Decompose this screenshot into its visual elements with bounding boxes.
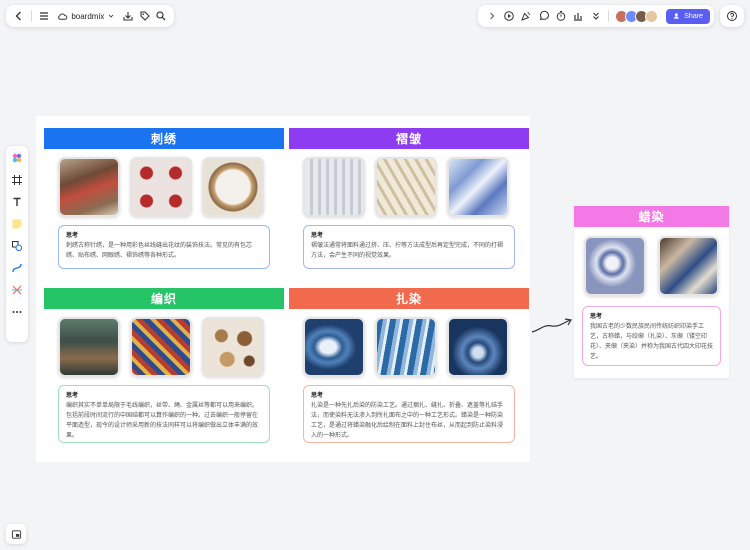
minimap-icon [11,529,21,539]
share-label: Share [684,12,703,20]
tag-icon[interactable] [138,7,152,25]
card-title: 蜡染 [574,206,729,227]
text-icon[interactable] [9,194,25,210]
help-toolbar [720,5,744,27]
whiteboard-frame[interactable]: 刺绣 思考 刺绣古称针绣，是一种用彩色丝线缝出花纹的装饰技法。常见的有包芯绣、贴… [36,116,530,462]
note[interactable]: 思考 我国古老的少数民族民间传统纺织印染手工艺，古称蜡，与绞缬（扎染）、灰缬（镂… [582,306,721,366]
divider [608,10,610,22]
user-add-icon [674,13,679,19]
blue-pleated-photo[interactable] [447,157,509,217]
loom-photo[interactable] [58,317,120,377]
note-label: 思考 [590,313,603,320]
card-title: 刺绣 [44,128,284,149]
avatar[interactable] [645,9,659,23]
pleated-fabric-photo[interactable] [375,157,437,217]
embroidery-hoop-photo[interactable] [202,157,264,217]
card-embroidery[interactable]: 刺绣 思考 刺绣古称针绣，是一种用彩色丝线缝出花纹的装饰技法。常见的有包芯绣、贴… [44,128,284,278]
card-batik[interactable]: 蜡染 思考 我国古老的少数民族民间传统纺织印染手工艺，古称蜡，与绞缬（扎染）、灰… [574,206,729,378]
connector-icon[interactable] [9,260,25,276]
brand-label: boardmix [71,11,105,21]
play-icon[interactable] [501,7,516,25]
more-tools-icon[interactable] [9,304,25,320]
woven-baskets-photo[interactable] [202,317,264,377]
note[interactable]: 思考 编织其实不单单局限于毛线编织，丝带、绳、金属丝等都可以用来编织。包括前段时… [58,385,270,443]
card-title: 褶皱 [289,128,529,149]
note-text: 编织其实不单单局限于毛线编织，丝带、绳、金属丝等都可以用来编织。包括前段时间流行… [66,402,259,439]
woven-rug-photo[interactable] [130,317,192,377]
note-label: 思考 [311,392,324,399]
back-icon[interactable] [12,7,26,25]
vote-icon[interactable] [571,7,586,25]
search-icon[interactable] [154,7,168,25]
menu-icon[interactable] [37,7,51,25]
top-right-toolbar: Share [478,5,714,27]
card-title: 扎染 [289,288,529,309]
embroidery-pattern-photo[interactable] [130,157,192,217]
card-title: 编织 [44,288,284,309]
comment-icon[interactable] [536,7,551,25]
divider [31,10,33,22]
note[interactable]: 思考 褶皱法通常将面料通过挤、压、拧等方法成型后再定型完成，不同的打褶方法，会产… [303,225,515,269]
frame-icon[interactable] [9,172,25,188]
note-label: 思考 [311,232,324,239]
card-pleats[interactable]: 褶皱 思考 褶皱法通常将面料通过挤、压、拧等方法成型后再定型完成，不同的打褶方法… [289,128,529,278]
note-text: 扎染是一种先扎后染的防染工艺。通过捆扎、缝扎、折叠、遮盖等扎结手法，而使染料无法… [311,402,504,439]
cloud-icon [58,13,68,20]
note-label: 思考 [66,392,79,399]
timer-icon[interactable] [553,7,568,25]
card-tie-dye[interactable]: 扎染 思考 扎染是一种先扎后染的防染工艺。通过捆扎、缝扎、折叠、遮盖等扎结手法，… [289,288,529,456]
note-text: 我国古老的少数民族民间传统纺织印染手工艺，古称蜡，与绞缬（扎染）、灰缬（镂空印花… [590,323,714,360]
left-tool-panel [6,146,28,342]
connector-arrow[interactable] [530,314,574,336]
card-weaving[interactable]: 编织 思考 编织其实不单单局限于毛线编织，丝带、绳、金属丝等都可以用来编织。包括… [44,288,284,456]
note-text: 刺绣古称针绣，是一种用彩色丝线缝出花纹的装饰技法。常见的有包芯绣、贴布绣、网眼绣… [66,242,253,259]
templates-icon[interactable] [9,150,25,166]
collaborator-avatars[interactable] [615,9,659,23]
tie-dye-photo-1[interactable] [303,317,365,377]
minimap-button[interactable] [6,524,26,544]
note-text: 褶皱法通常将面料通过挤、压、拧等方法成型后再定型完成，不同的打褶方法，会产生不同… [311,242,504,259]
batik-photo-1[interactable] [584,236,646,296]
tie-dye-photo-2[interactable] [375,317,437,377]
note[interactable]: 思考 刺绣古称针绣，是一种用彩色丝线缝出花纹的装饰技法。常见的有包芯绣、贴布绣、… [58,225,270,269]
file-name-dropdown[interactable]: boardmix [57,11,115,22]
mindmap-icon[interactable] [9,282,25,298]
tie-dye-photo-3[interactable] [447,317,509,377]
shapes-icon[interactable] [9,238,25,254]
batik-photo-2[interactable] [657,236,719,296]
sticky-note-icon[interactable] [9,216,25,232]
help-icon[interactable] [726,7,738,25]
collapse-chevron-icon[interactable] [484,7,499,25]
note-label: 思考 [66,232,79,239]
top-left-toolbar: boardmix [6,5,174,27]
celebrate-icon[interactable] [519,7,534,25]
note[interactable]: 思考 扎染是一种先扎后染的防染工艺。通过捆扎、缝扎、折叠、遮盖等扎结手法，而使染… [303,385,515,443]
share-button[interactable]: Share [666,8,710,24]
pleated-skirt-photo[interactable] [303,157,365,217]
download-icon[interactable] [121,7,135,25]
embroidery-photo[interactable] [58,157,120,217]
more-chevrons-icon[interactable] [588,7,603,25]
chevron-down-icon [108,14,114,18]
